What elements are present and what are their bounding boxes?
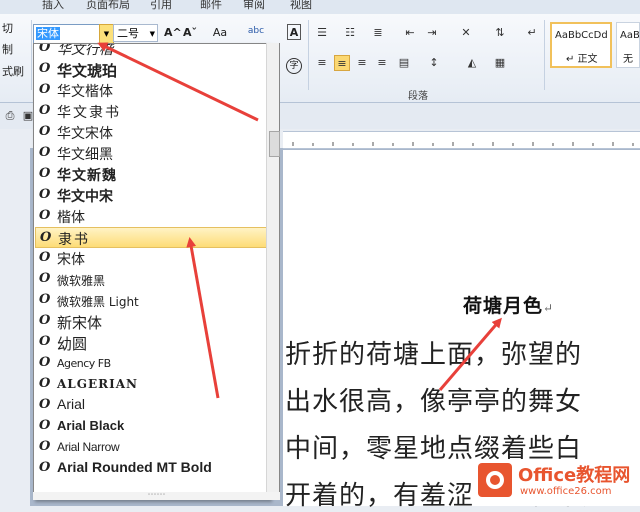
- annotation-arrows: [97, 42, 502, 399]
- watermark-title: Office教程网: [518, 465, 631, 486]
- watermark-url: www.office26.com: [520, 486, 612, 497]
- arrow-to-lishu-item: [186, 237, 220, 399]
- arrow-to-font-box: [97, 42, 259, 122]
- arrow-to-title: [438, 317, 502, 391]
- office-logo-icon: [478, 463, 512, 497]
- site-watermark: Office教程网 www.office26.com: [474, 459, 640, 506]
